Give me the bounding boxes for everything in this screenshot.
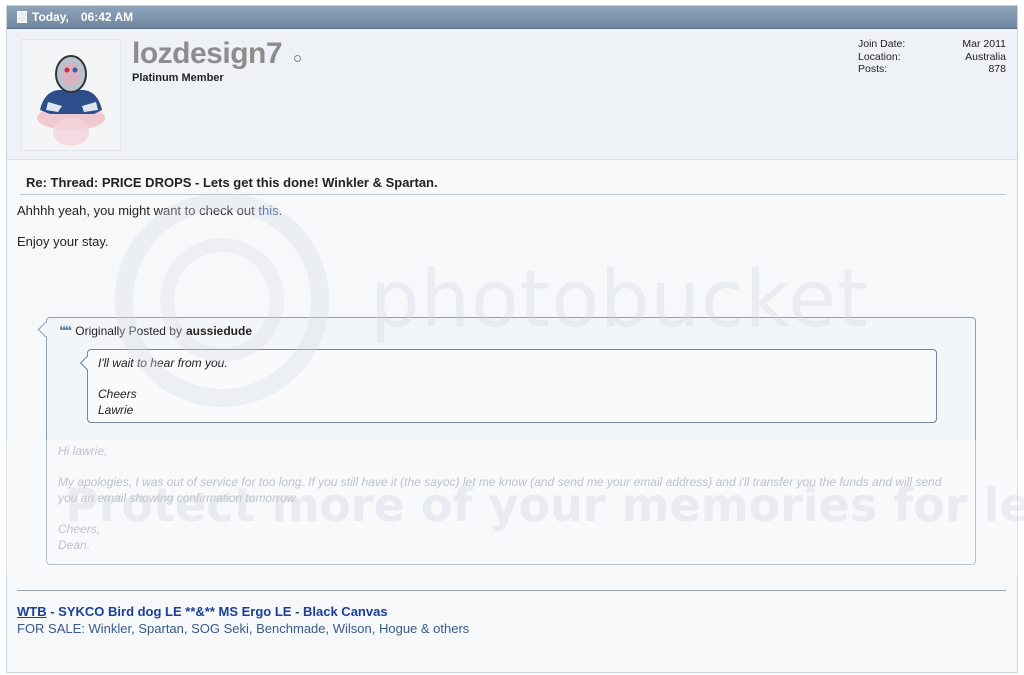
stat-value: 878 bbox=[988, 63, 1006, 75]
stat-label: Posts: bbox=[858, 63, 888, 75]
quote-block: ❝❝ Originally Posted by aussiedude I'll … bbox=[46, 317, 976, 565]
nested-quote-line: Lawrie bbox=[98, 403, 134, 417]
avatar[interactable] bbox=[21, 39, 121, 151]
nested-quote-line: I'll wait to hear from you. bbox=[98, 356, 228, 370]
signature-divider bbox=[17, 590, 1006, 591]
online-status-icon bbox=[294, 55, 301, 62]
user-title: Platinum Member bbox=[132, 72, 224, 84]
post-header: Today, 06:42 AM bbox=[7, 6, 1017, 29]
signature-wtb-link[interactable]: WTB bbox=[17, 604, 47, 619]
quote-signoff-name: Dean. bbox=[58, 538, 91, 552]
posted-by-user[interactable]: aussiedude bbox=[186, 324, 252, 338]
message-text: Ahhhh yeah, you might want to check out bbox=[17, 203, 259, 218]
quote-signoff: Cheers, bbox=[58, 522, 101, 536]
message-text-end: . bbox=[278, 203, 283, 218]
quote-attribution: ❝❝ Originally Posted by aussiedude bbox=[59, 323, 252, 339]
stat-label: Join Date: bbox=[858, 38, 906, 50]
nested-quote-line: Cheers bbox=[98, 387, 137, 401]
quote-icon: ❝❝ bbox=[59, 323, 72, 338]
stat-location: Location: Australia bbox=[858, 51, 1006, 64]
nested-quote: I'll wait to hear from you. Cheers Lawri… bbox=[87, 349, 937, 423]
message-line-2: Enjoy your stay. bbox=[17, 234, 109, 249]
stat-posts: Posts: 878 bbox=[858, 63, 1006, 76]
avatar-image bbox=[37, 55, 105, 146]
post-time: 06:42 AM bbox=[80, 10, 134, 24]
document-icon bbox=[17, 11, 27, 23]
divider bbox=[20, 194, 1005, 195]
stat-value: Mar 2011 bbox=[962, 38, 1006, 50]
stat-value: Australia bbox=[965, 50, 1006, 63]
quote-body: My apologies, I was out of service for t… bbox=[58, 475, 942, 505]
signature-line-1: WTB - SYKCO Bird dog LE **&** MS Ergo LE… bbox=[17, 604, 388, 619]
quote-greeting: Hi lawrie, bbox=[58, 444, 108, 458]
message-line-1: Ahhhh yeah, you might want to check out … bbox=[17, 203, 282, 218]
message-link[interactable]: this bbox=[258, 203, 278, 218]
post-title: Re: Thread: PRICE DROPS - Lets get this … bbox=[26, 175, 438, 190]
user-info: lozdesign7 Platinum Member Join Date: Ma… bbox=[7, 29, 1017, 160]
stat-label: Location: bbox=[858, 50, 901, 63]
signature-wtb-text: - SYKCO Bird dog LE **&** MS Ergo LE - B… bbox=[46, 604, 388, 619]
user-stats: Join Date: Mar 2011 Location: Australia … bbox=[858, 38, 1006, 76]
posted-by-label: Originally Posted by bbox=[75, 324, 182, 338]
post-date: Today, bbox=[32, 10, 69, 24]
stat-join-date: Join Date: Mar 2011 bbox=[858, 38, 1006, 51]
signature-line-2: FOR SALE: Winkler, Spartan, SOG Seki, Be… bbox=[17, 621, 470, 636]
username-link[interactable]: lozdesign7 bbox=[132, 37, 283, 71]
post-container: Today, 06:42 AM lozdesign7 Platinum Memb… bbox=[6, 5, 1018, 673]
